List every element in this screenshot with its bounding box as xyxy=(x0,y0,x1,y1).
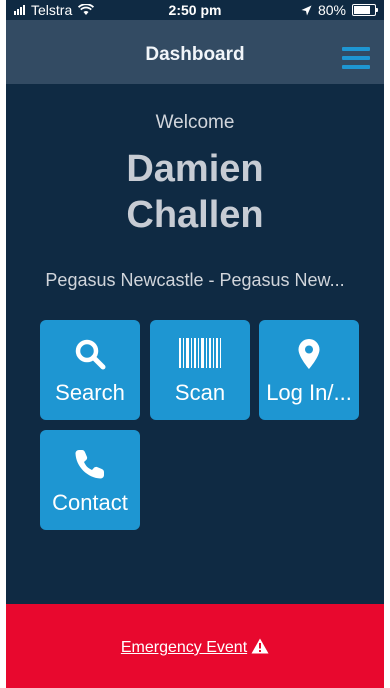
barcode-icon xyxy=(179,338,221,368)
scan-tile-label: Scan xyxy=(174,380,226,405)
user-last-name: Challen xyxy=(126,194,264,236)
menu-button[interactable] xyxy=(342,46,370,70)
search-icon xyxy=(75,339,106,370)
contact-tile[interactable]: Contact xyxy=(40,430,140,530)
battery-percent: 80% xyxy=(317,2,346,18)
emergency-event-link[interactable]: Emergency Event xyxy=(6,638,384,657)
battery-icon xyxy=(352,4,378,16)
location-arrow-icon xyxy=(301,5,312,15)
warning-icon xyxy=(251,638,269,654)
app-screen: Telstra 2:50 pm 80% Dashboard Welcome Da… xyxy=(6,0,384,688)
search-tile-label: Search xyxy=(55,380,125,405)
emergency-event-label: Emergency Event xyxy=(120,639,248,656)
search-tile[interactable]: Search xyxy=(40,320,140,420)
user-first-name: Damien xyxy=(126,148,264,190)
status-bar: Telstra 2:50 pm 80% xyxy=(6,0,384,20)
welcome-text: Welcome xyxy=(155,112,235,133)
contact-tile-label: Contact xyxy=(52,490,128,515)
phone-icon xyxy=(75,450,104,479)
organisation-name: Pegasus Newcastle - Pegasus New... xyxy=(45,270,345,290)
user-name: Damien Challen xyxy=(6,146,384,238)
navigation-bar: Dashboard xyxy=(6,20,384,84)
emergency-banner: Emergency Event xyxy=(6,604,384,688)
log-in-tile-label: Log In/... xyxy=(266,380,352,405)
hamburger-menu-icon xyxy=(342,47,370,69)
location-pin-icon xyxy=(298,339,320,369)
scan-tile[interactable]: Scan xyxy=(150,320,250,420)
page-title: Dashboard xyxy=(145,44,245,65)
log-in-tile[interactable]: Log In/... xyxy=(259,320,359,420)
